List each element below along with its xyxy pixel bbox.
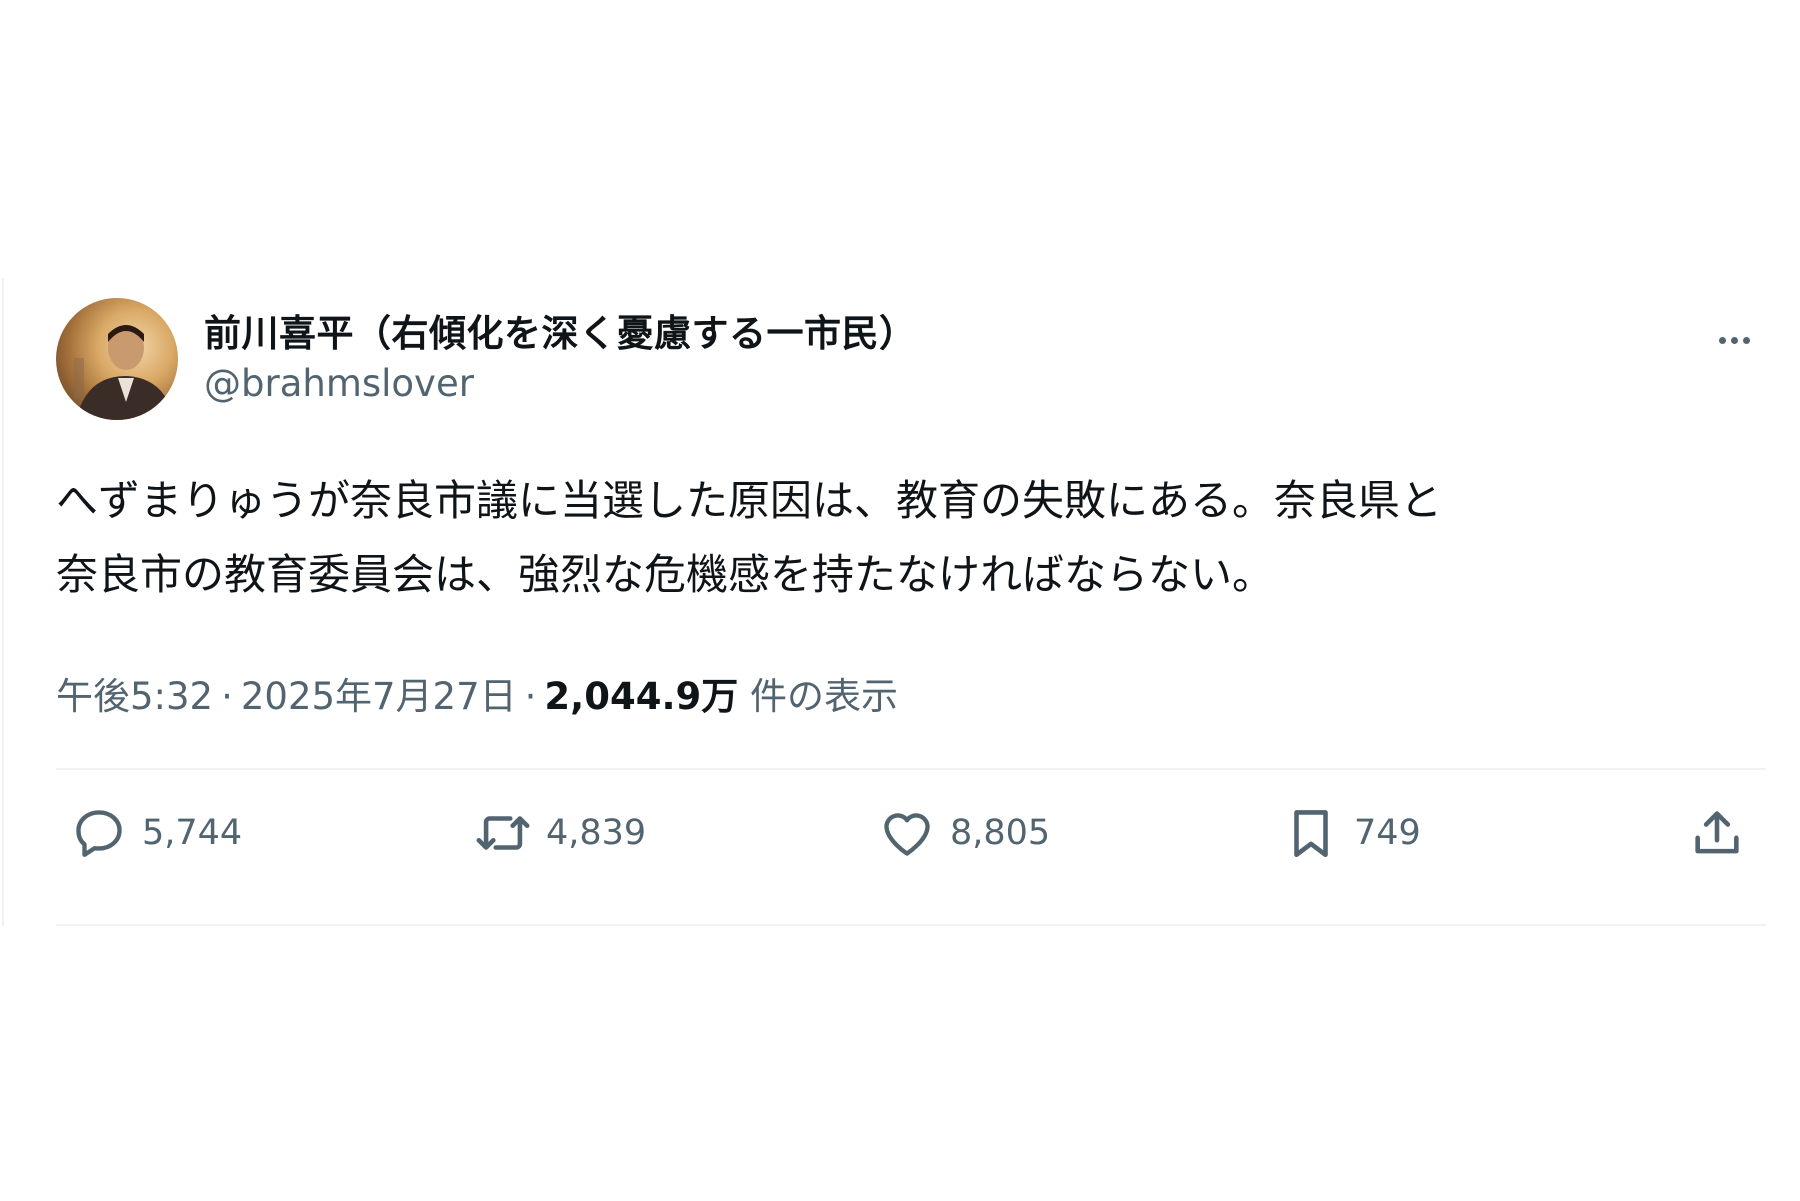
views-count: 2,044.9万 [544, 675, 739, 718]
action-bar: 5,744 4,839 8,805 749 [56, 796, 1766, 870]
tweet-meta: 午後5:32 · 2025年7月27日 · 2,044.9万 件の表示 [56, 666, 898, 720]
divider [56, 768, 1766, 770]
reply-button[interactable]: 5,744 [70, 796, 242, 870]
more-icon[interactable] [1706, 320, 1762, 360]
tweet-text-line: へずまりゅうが奈良市議に当選した原因は、教育の失敗にある。奈良県と [56, 476, 1443, 525]
reply-icon [76, 810, 122, 857]
share-icon [1695, 811, 1739, 854]
avatar[interactable] [56, 298, 178, 420]
tweet-text-line: 奈良市の教育委員会は、強烈な危機感を持たなければならない。 [56, 550, 1275, 599]
repost-icon [476, 816, 530, 850]
like-button[interactable]: 8,805 [878, 796, 1050, 870]
tweet-card[interactable]: 前川喜平（右傾化を深く憂慮する一市民） @brahmslover へずまりゅうが… [2, 278, 1776, 926]
display-name[interactable]: 前川喜平（右傾化を深く憂慮する一市民） [204, 303, 917, 357]
meta-separator: · [221, 675, 233, 718]
like-count: 8,805 [950, 813, 1051, 853]
divider [56, 924, 1766, 926]
bookmark-button[interactable]: 749 [1282, 796, 1421, 870]
repost-button[interactable]: 4,839 [474, 796, 646, 870]
share-button[interactable] [1688, 796, 1760, 870]
heart-icon [884, 813, 930, 856]
reply-count: 5,744 [142, 813, 243, 853]
tweet-date[interactable]: 2025年7月27日 [241, 675, 517, 718]
meta-separator: · [524, 675, 537, 718]
user-handle[interactable]: @brahmslover [204, 362, 474, 405]
tweet-time[interactable]: 午後5:32 [56, 675, 213, 718]
bookmark-icon [1294, 810, 1328, 858]
views-label: 件の表示 [750, 675, 899, 718]
profile-photo [74, 325, 174, 420]
repost-count: 4,839 [546, 813, 647, 853]
tweet-text: へずまりゅうが奈良市議に当選した原因は、教育の失敗にある。奈良県と 奈良市の教育… [56, 464, 1776, 612]
bookmark-count: 749 [1354, 813, 1421, 853]
